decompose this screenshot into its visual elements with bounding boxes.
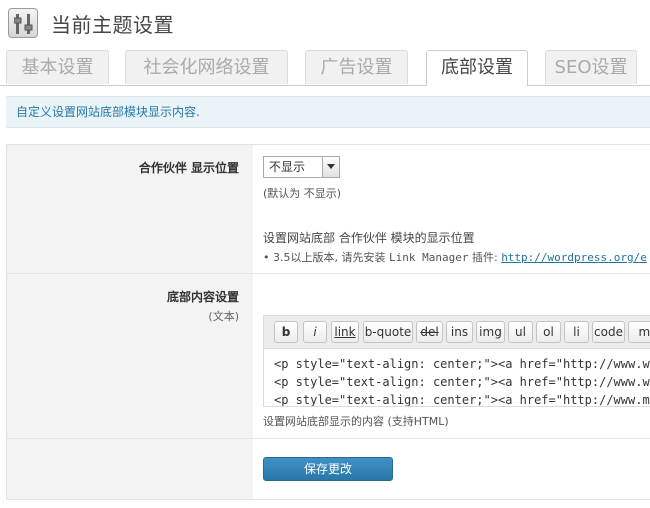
italic-button[interactable]: i — [303, 321, 327, 343]
ins-button[interactable]: ins — [446, 321, 473, 343]
link-button[interactable]: link — [331, 321, 359, 343]
plugin-name: Link Manager — [388, 251, 469, 264]
footer-html-textarea[interactable]: <p style="text-align: center;"><a href="… — [263, 349, 650, 407]
blockquote-button[interactable]: b-quote — [363, 321, 413, 343]
footer-content-row: 底部内容设置 (文本) b i link b-quote del ins img… — [7, 274, 650, 439]
settings-tabs: 基本设置 社会化网络设置 广告设置 底部设置 SEO设置 — [0, 50, 650, 86]
partner-position-row: 合作伙伴 显示位置 不显示 (默认为 不显示) 设置网站底部 合作伙伴 模块的显… — [7, 145, 650, 274]
plugin-notice-prefix: • 3.5以上版本, 请先安装 — [263, 251, 386, 264]
partner-position-select[interactable]: 不显示 — [263, 156, 340, 178]
actions-label-cell — [7, 439, 253, 499]
chevron-down-icon[interactable] — [322, 157, 339, 177]
code-button[interactable]: code — [592, 321, 625, 343]
partner-label-cell: 合作伙伴 显示位置 — [7, 145, 253, 273]
footer-content-label: 底部内容设置 — [166, 290, 239, 304]
bold-button[interactable]: b — [274, 321, 298, 343]
default-note: (默认为 不显示) — [263, 187, 342, 200]
plugin-notice: • 3.5以上版本, 请先安装 Link Manager 插件: http://… — [263, 249, 647, 265]
partner-field-cell: 不显示 (默认为 不显示) 设置网站底部 合作伙伴 模块的显示位置 • 3.5以… — [253, 145, 650, 273]
select-value: 不显示 — [269, 160, 306, 174]
info-notice: 自定义设置网站底部模块显示内容. — [6, 96, 650, 128]
partner-position-label: 合作伙伴 显示位置 — [138, 161, 239, 175]
theme-settings-icon — [8, 8, 38, 38]
settings-form: 合作伙伴 显示位置 不显示 (默认为 不显示) 设置网站底部 合作伙伴 模块的显… — [6, 144, 650, 500]
code-line: <p style="text-align: center;"><a href="… — [274, 357, 650, 371]
code-line: <p style="text-align: center;"><a href="… — [274, 375, 650, 389]
footer-label-cell: 底部内容设置 (文本) — [7, 274, 253, 438]
del-button[interactable]: del — [416, 321, 443, 343]
img-button[interactable]: img — [476, 321, 505, 343]
code-line: <p style="text-align: center;"><a href="… — [274, 393, 650, 407]
editor-toolbar: b i link b-quote del ins img ul ol li co… — [263, 315, 650, 349]
actions-row: 保存更改 — [7, 439, 650, 499]
footer-editor: b i link b-quote del ins img ul ol li co… — [263, 315, 650, 407]
page-header: 当前主题设置 — [8, 6, 174, 40]
footer-field-cell: b i link b-quote del ins img ul ol li co… — [253, 274, 650, 438]
tab-seo[interactable]: SEO设置 — [545, 50, 637, 84]
plugin-link[interactable]: http://wordpress.org/e — [501, 251, 647, 264]
tab-footer[interactable]: 底部设置 — [426, 50, 528, 86]
ul-button[interactable]: ul — [508, 321, 533, 343]
footer-help-text: 设置网站底部显示的内容 (支持HTML) — [263, 415, 449, 428]
li-button[interactable]: li — [564, 321, 589, 343]
actions-field-cell: 保存更改 — [253, 439, 650, 499]
more-button[interactable]: mo — [628, 321, 650, 343]
partner-description: 设置网站底部 合作伙伴 模块的显示位置 — [263, 231, 475, 245]
page-title: 当前主题设置 — [51, 12, 174, 37]
plugin-notice-suffix: 插件: — [471, 251, 498, 264]
save-button[interactable]: 保存更改 — [263, 457, 393, 481]
ol-button[interactable]: ol — [536, 321, 561, 343]
tab-ads[interactable]: 广告设置 — [305, 50, 408, 84]
tab-social[interactable]: 社会化网络设置 — [125, 50, 288, 84]
footer-content-sublabel: (文本) — [208, 310, 239, 323]
tab-basic[interactable]: 基本设置 — [6, 50, 109, 84]
